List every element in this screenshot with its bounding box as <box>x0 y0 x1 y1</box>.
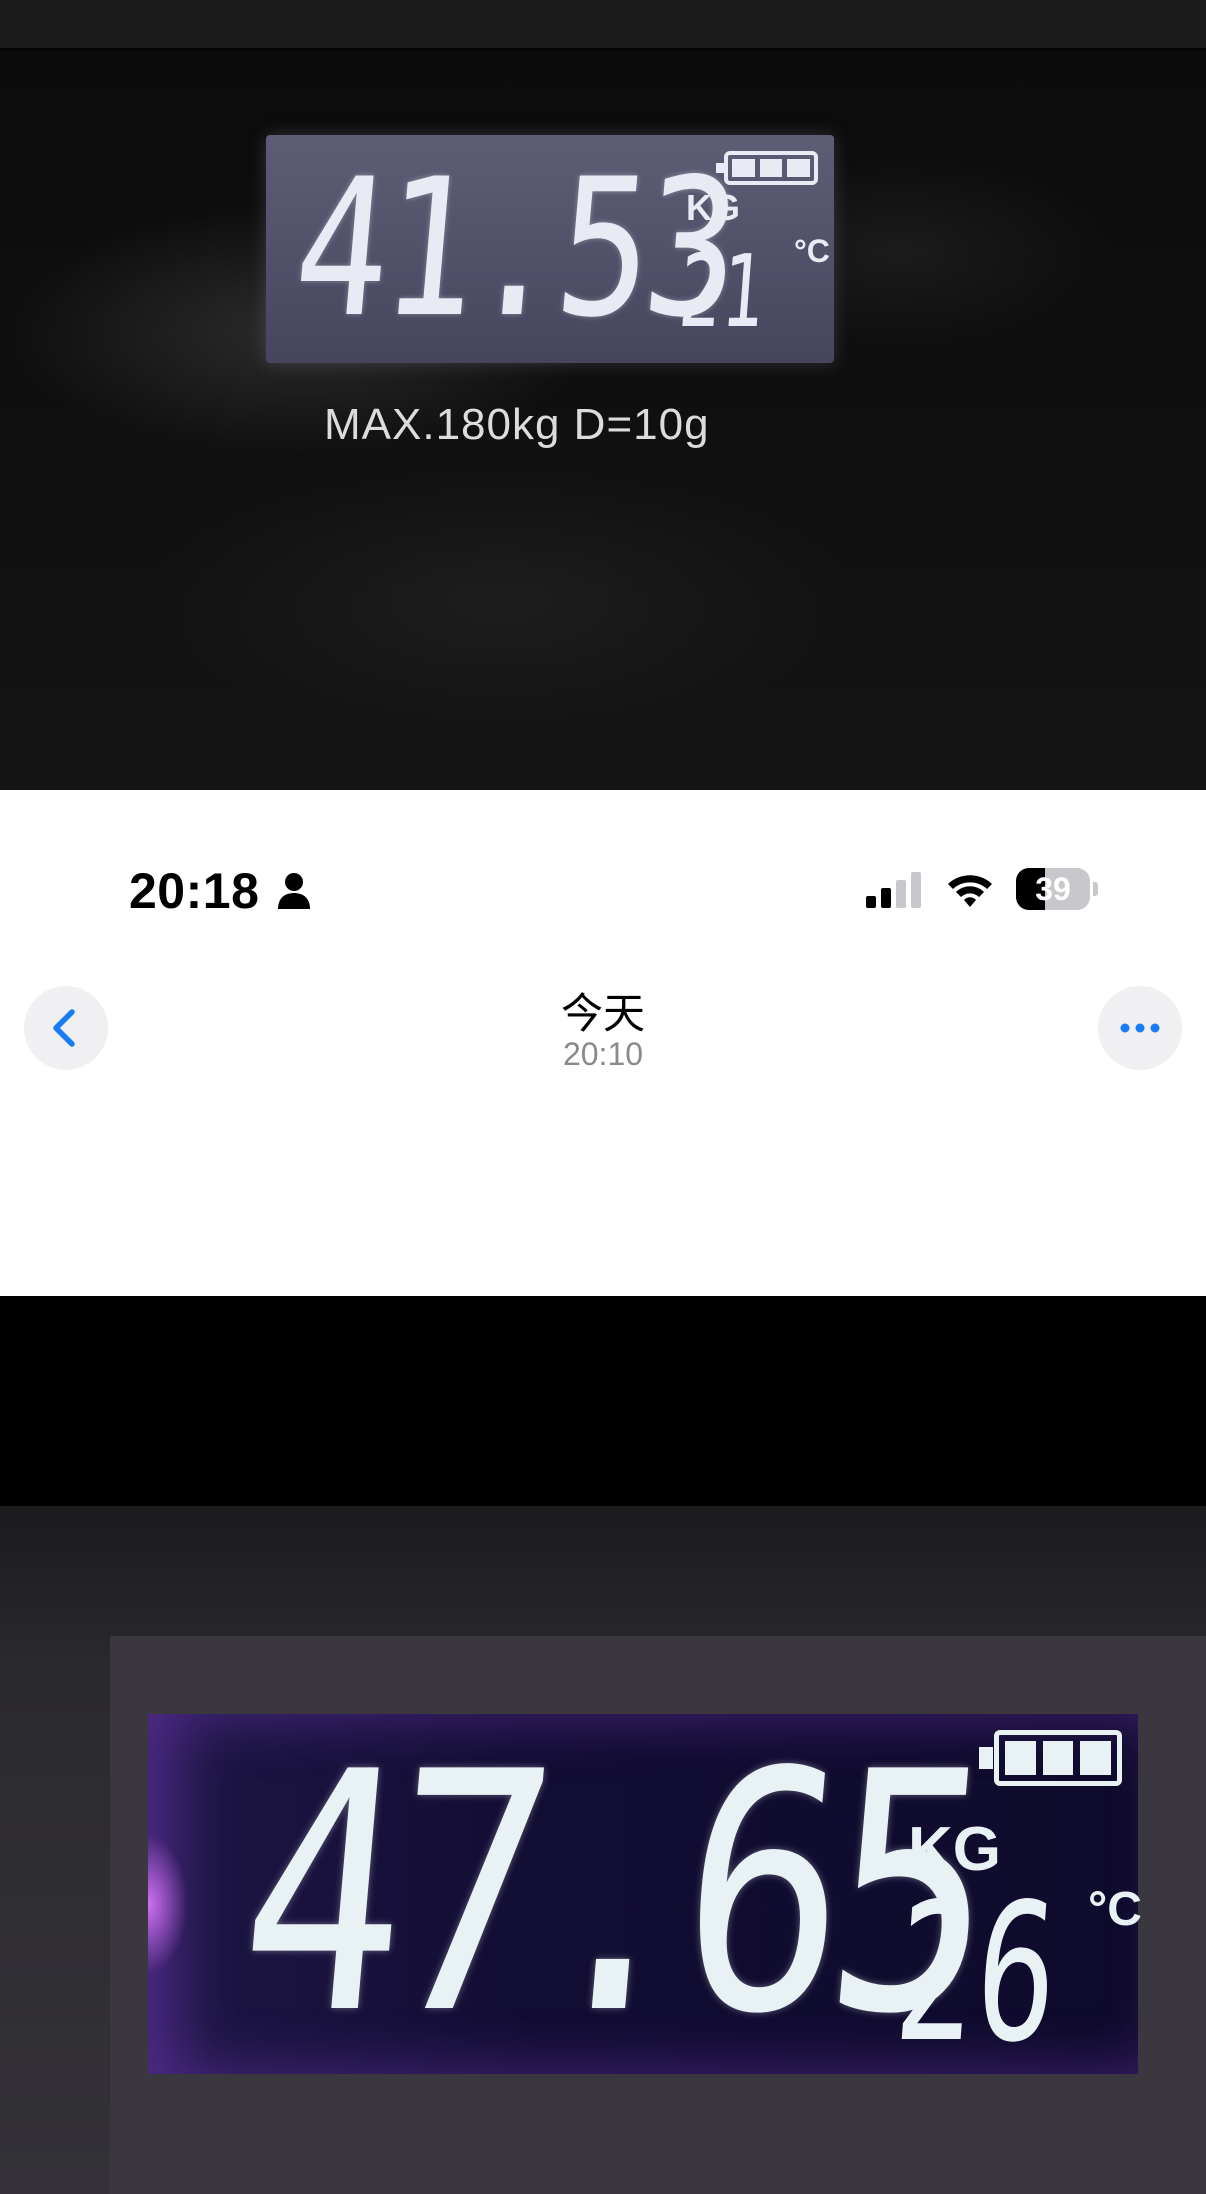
top-photo: 41.53 KG 21 °C MAX.180kg D=10g <box>0 0 1206 790</box>
scale-battery-icon <box>716 151 818 185</box>
weight-unit-top: KG <box>686 187 740 228</box>
photo-viewer-header: 20:18 39 今天 20:10 <box>0 790 1206 1296</box>
page-subtitle-time: 20:10 <box>562 1036 644 1072</box>
weight-reading-bottom: 47.65 <box>227 1702 994 2086</box>
scale-battery-icon-bottom <box>979 1730 1122 1786</box>
battery-icon: 39 <box>1016 868 1098 912</box>
scale-display-top: 41.53 KG 21 °C <box>266 135 834 363</box>
battery-percent: 39 <box>1035 871 1071 907</box>
temperature-unit-bottom: °C <box>1088 1883 1142 1936</box>
temperature-top: 21 <box>675 233 769 350</box>
ellipsis-icon <box>1120 1023 1160 1033</box>
status-time: 20:18 <box>129 863 260 919</box>
page-title: 今天 <box>560 989 645 1038</box>
photo-top-edge <box>0 0 1206 50</box>
chevron-left-icon <box>53 1009 75 1047</box>
bottom-photo: 47.65 KG 26 °C <box>0 1296 1206 2194</box>
temperature-unit-top: °C <box>794 233 830 269</box>
weight-reading-top: 41.53 <box>286 138 742 359</box>
wifi-icon <box>948 875 992 907</box>
scale-display-bottom: 47.65 KG 26 °C <box>148 1702 1142 2086</box>
back-button[interactable] <box>24 986 108 1070</box>
temperature-bottom: 26 <box>888 1863 1065 2084</box>
scale-spec-label: MAX.180kg D=10g <box>324 400 710 449</box>
cellular-signal-icon <box>866 872 921 908</box>
person-icon <box>278 873 310 909</box>
more-button[interactable] <box>1098 986 1182 1070</box>
